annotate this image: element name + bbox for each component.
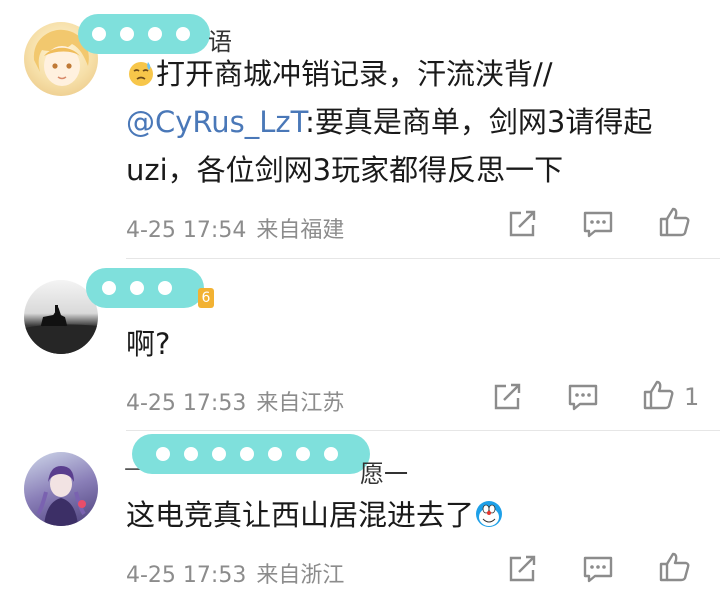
comment-meta: 4-25 17:53 来自浙江 xyxy=(126,557,344,589)
comment-item: 语 打开商城冲销记录，汗流浃背// @CyRus_LzT:要真是商单，剑网3请得… xyxy=(0,0,720,258)
comment-item: — 愿一 这电竞真让西山居混进去了 4-25 17:53 来自浙江 xyxy=(0,430,720,597)
comment-text: 打开商城冲销记录，汗流浃背// @CyRus_LzT:要真是商单，剑网3请得起u… xyxy=(126,50,700,194)
timestamp: 4-25 17:53 xyxy=(126,391,247,416)
comment-icon[interactable] xyxy=(566,380,600,414)
share-icon[interactable] xyxy=(490,380,524,414)
thumbs-up-icon[interactable] xyxy=(641,378,675,412)
username-suffix: 愿一 xyxy=(360,460,408,488)
location: 来自江苏 xyxy=(256,391,345,416)
timestamp: 4-25 17:54 xyxy=(126,218,247,243)
comment-text: 这电竞真让西山居混进去了 xyxy=(126,491,700,539)
comment-item: 6 啊? 4-25 17:53 来自江苏 1 xyxy=(0,258,720,430)
comment-meta: 4-25 17:53 来自江苏 xyxy=(126,385,344,417)
avatar[interactable] xyxy=(24,452,98,526)
username-redacted[interactable] xyxy=(86,268,204,308)
share-icon[interactable] xyxy=(505,552,539,586)
mention-link[interactable]: @CyRus_LzT xyxy=(126,105,305,139)
comment-text: 啊? xyxy=(126,327,171,361)
thumbs-up-icon[interactable] xyxy=(657,550,691,584)
like-count: 1 xyxy=(684,383,700,411)
timestamp: 4-25 17:53 xyxy=(126,563,247,588)
comment-text-main: 打开商城冲销记录，汗流浃背// xyxy=(156,57,553,91)
username-redacted[interactable] xyxy=(78,14,210,54)
share-icon[interactable] xyxy=(505,207,539,241)
comment-meta: 4-25 17:54 来自福建 xyxy=(126,212,344,244)
level-badge: 6 xyxy=(198,288,214,308)
sweat-smile-emoji-icon xyxy=(129,62,153,86)
thumbs-up-icon[interactable] xyxy=(657,205,691,239)
doraemon-emoji-icon xyxy=(476,501,503,527)
fantasy-character-avatar-icon xyxy=(36,466,86,526)
comment-icon[interactable] xyxy=(581,552,615,586)
location: 来自浙江 xyxy=(256,563,345,588)
location: 来自福建 xyxy=(256,218,345,243)
username-redacted[interactable] xyxy=(132,434,370,474)
comment-text-main: 这电竞真让西山居混进去了 xyxy=(126,498,475,532)
comment-icon[interactable] xyxy=(581,207,615,241)
